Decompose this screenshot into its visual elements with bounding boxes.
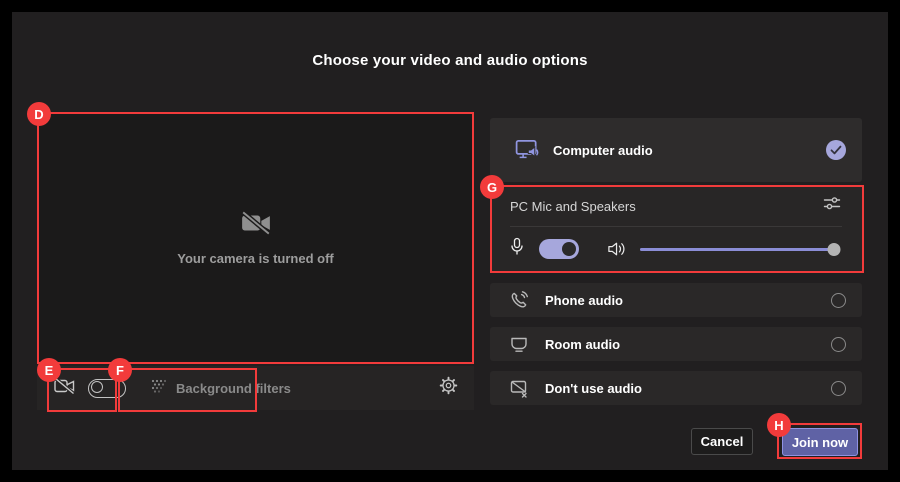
camera-preview: Your camera is turned off (37, 112, 474, 364)
device-name: PC Mic and Speakers (510, 199, 636, 214)
room-audio-label: Room audio (545, 337, 620, 352)
audio-option-computer[interactable]: Computer audio (490, 118, 862, 182)
camera-status-text: Your camera is turned off (177, 251, 334, 266)
no-audio-icon (506, 379, 532, 398)
device-controls (510, 227, 842, 271)
computer-audio-label: Computer audio (553, 143, 653, 158)
no-audio-label: Don't use audio (545, 381, 642, 396)
room-audio-icon (506, 335, 532, 353)
page-title: Choose your video and audio options (12, 52, 888, 69)
phone-audio-radio[interactable] (831, 293, 846, 308)
preview-toolbar: Background filters (37, 366, 474, 410)
device-settings-button[interactable] (439, 376, 458, 400)
audio-option-phone[interactable]: Phone audio (490, 283, 862, 317)
audio-option-none[interactable]: Don't use audio (490, 371, 862, 405)
join-now-button[interactable]: Join now (782, 428, 858, 456)
selected-check-icon (826, 140, 846, 160)
camera-off-large-icon (240, 210, 272, 241)
pre-join-dialog: Choose your video and audio options Your… (12, 12, 888, 470)
screenshot-frame: Choose your video and audio options Your… (0, 0, 900, 482)
device-settings-pane: PC Mic and Speakers (490, 186, 862, 272)
phone-audio-icon (506, 290, 532, 310)
camera-toggle[interactable] (88, 379, 126, 398)
volume-slider-fill (640, 248, 834, 251)
custom-setup-sliders-icon[interactable] (822, 195, 842, 217)
room-audio-radio[interactable] (831, 337, 846, 352)
cancel-button[interactable]: Cancel (691, 428, 753, 455)
camera-toggle-knob[interactable] (91, 381, 103, 393)
mic-toggle-knob[interactable] (562, 242, 576, 256)
volume-slider-knob[interactable] (828, 243, 841, 256)
speaker-icon (607, 240, 628, 258)
background-filters-label: Background filters (176, 381, 291, 396)
device-head: PC Mic and Speakers (510, 186, 842, 226)
no-audio-radio[interactable] (831, 381, 846, 396)
background-filters-icon (150, 378, 166, 399)
background-filters-button[interactable]: Background filters (150, 378, 291, 399)
mic-icon (510, 237, 524, 261)
gear-icon (439, 376, 458, 400)
volume-slider[interactable] (640, 241, 840, 257)
phone-audio-label: Phone audio (545, 293, 623, 308)
mic-toggle[interactable] (539, 239, 579, 259)
audio-option-room[interactable]: Room audio (490, 327, 862, 361)
camera-off-icon (53, 377, 76, 400)
computer-audio-icon (514, 137, 540, 163)
